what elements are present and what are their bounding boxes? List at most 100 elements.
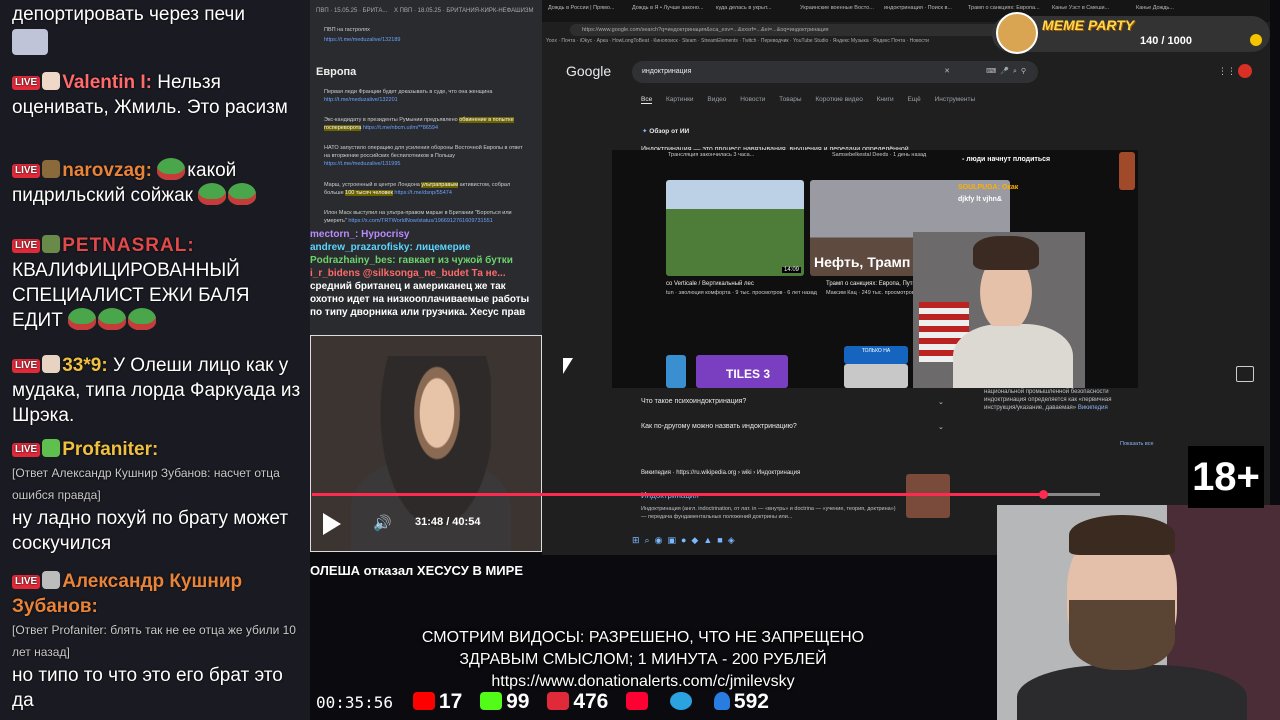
chat-message: LIVE PETNASRAL: КВАЛИФИЦИРОВАННЫЙ СПЕЦИАЛ… bbox=[12, 233, 302, 333]
video-meta: tun · эволюция комфорта · 9 тыс. просмот… bbox=[666, 290, 817, 296]
ai-overview-label: Обзор от ИИ bbox=[649, 128, 690, 135]
browser-tab[interactable]: ПВП · 15.05.25 · БРИТА... bbox=[316, 8, 387, 14]
chat-nick[interactable]: 33*9: bbox=[62, 355, 107, 376]
video-duration: 14:09 bbox=[781, 267, 801, 273]
person-beard bbox=[1069, 600, 1175, 670]
video-icon bbox=[626, 692, 649, 710]
app-icon[interactable]: ▲ bbox=[703, 535, 717, 545]
chat-nick[interactable]: Profaniter: bbox=[62, 439, 158, 460]
live-badge: LIVE bbox=[12, 164, 41, 178]
side-panel-link[interactable]: Википедия bbox=[1078, 405, 1108, 411]
tab-news[interactable]: Новости bbox=[740, 96, 765, 103]
result-thumbnail[interactable] bbox=[906, 474, 950, 518]
chat-message: депортировать через печи bbox=[12, 2, 302, 55]
windows-icon[interactable]: ⊞ bbox=[632, 535, 645, 545]
google-logo[interactable]: Google bbox=[566, 63, 611, 79]
news-item-link[interactable]: https://t.me/nbcm.ui/m/**86594 bbox=[363, 125, 438, 131]
news-item: Марш, устроенный в центре Лондона ультра… bbox=[324, 181, 529, 197]
chat-reply-quote: [Ответ Profaniter: блять так не ее отца … bbox=[12, 623, 296, 659]
news-item: Экс-кандидату в президенты Румынии предъ… bbox=[324, 116, 529, 132]
faq-item[interactable]: Что такое психоиндоктринация? bbox=[641, 398, 746, 405]
browser-tab[interactable]: Дождь в Я • Лучше законо... bbox=[632, 5, 712, 19]
search-icon[interactable]: ⌕ bbox=[645, 535, 655, 545]
chat-overlay-line: SOULPUGA: Окак bbox=[958, 184, 1019, 191]
news-item-highlight: 100 тысяч человек bbox=[345, 190, 393, 196]
browser-tab[interactable]: Дождь в России | Прямо... bbox=[548, 5, 628, 19]
tab-all[interactable]: Все bbox=[641, 96, 653, 104]
volume-icon[interactable]: 🔊 bbox=[373, 516, 392, 532]
app-icon[interactable]: ◆ bbox=[691, 535, 703, 545]
browser-tab[interactable]: Украинские военные Восто... bbox=[800, 5, 880, 19]
search-tabs: Все Картинки Видео Новости Товары Коротк… bbox=[641, 96, 1041, 104]
browser-tab[interactable]: X ПВП · 18.05.25 · БРИТАНИЯ-КИРК-НЕФАШИЗ… bbox=[394, 8, 534, 14]
app-icon[interactable]: ● bbox=[681, 535, 691, 545]
search-tools-icons[interactable]: ⌨🎤⌕⚲ bbox=[986, 61, 1030, 83]
short-thumbnail[interactable] bbox=[844, 364, 908, 388]
live-badge: LIVE bbox=[12, 443, 41, 457]
mouse-cursor-icon bbox=[563, 358, 573, 374]
news-item-link[interactable]: https://x.com/TRTWorldNow/status/1966912… bbox=[348, 218, 492, 224]
short-thumbnail[interactable] bbox=[666, 355, 686, 388]
tab-videos[interactable]: Видео bbox=[707, 96, 726, 103]
doc-header: ПВП на гастролях bbox=[324, 27, 370, 33]
result-source[interactable]: Википедия · https://ru.wikipedia.org › w… bbox=[641, 470, 800, 476]
coin-icon bbox=[1250, 34, 1262, 46]
chat-panel: депортировать через печи LIVE Valentin I:… bbox=[0, 0, 310, 720]
app-icon[interactable]: ■ bbox=[717, 535, 727, 545]
chevron-down-icon[interactable]: ⌄ bbox=[938, 398, 944, 406]
news-item-text: Первая леди Франции будет доказывать в с… bbox=[324, 89, 493, 95]
apps-grid-icon[interactable]: ⋮⋮ bbox=[1218, 66, 1236, 77]
play-icon[interactable] bbox=[323, 513, 341, 535]
video-thumbnail[interactable]: 14:09 bbox=[666, 180, 804, 276]
chat-nick[interactable]: narovzag: bbox=[62, 160, 152, 181]
tab-short-videos[interactable]: Короткие видео bbox=[815, 96, 862, 103]
avatar bbox=[42, 160, 61, 178]
ai-overview-heading: ✦ Обзор от ИИ bbox=[642, 127, 689, 135]
tab-books[interactable]: Книги bbox=[877, 96, 894, 103]
avatar bbox=[42, 439, 61, 457]
chat-nick[interactable]: PETNASRAL: bbox=[62, 235, 194, 256]
video-player[interactable]: 🔊 31:48 / 40:54 bbox=[310, 335, 542, 552]
video-progress-bar[interactable] bbox=[312, 490, 1100, 499]
avatar bbox=[42, 235, 61, 253]
chat-message-text: ну ладно похуй по брату может соскучился bbox=[12, 508, 289, 554]
clear-icon[interactable]: ✕ bbox=[944, 61, 950, 83]
donation-caption: СМОТРИМ ВИДОСЫ: РАЗРЕШЕНО, ЧТО НЕ ЗАПРЕЩ… bbox=[330, 627, 956, 693]
overlay-chat-line: средний британец и американец же так bbox=[310, 281, 506, 292]
side-thumbnail[interactable] bbox=[1119, 152, 1135, 190]
tab-tools[interactable]: Инструменты bbox=[935, 96, 976, 103]
browser-tab[interactable]: индоктринация · Поиск в... bbox=[884, 5, 964, 19]
side-panel: национальной промышленной безопасности и… bbox=[984, 388, 1144, 412]
account-avatar[interactable] bbox=[1238, 64, 1252, 78]
person-body bbox=[1017, 665, 1247, 720]
tab-shopping[interactable]: Товары bbox=[779, 96, 801, 103]
app-icon[interactable]: ◈ bbox=[728, 535, 740, 545]
news-item-link[interactable]: https://t.me/dsnp/55474 bbox=[394, 190, 451, 196]
short-thumbnail[interactable]: TILES 3 bbox=[696, 355, 788, 388]
browser-tab[interactable]: куда делась в укрыт... bbox=[716, 5, 796, 19]
news-item-link[interactable]: https://t.me/meduzalive/131995 bbox=[324, 161, 400, 167]
chevron-down-icon[interactable]: ⌄ bbox=[938, 423, 944, 431]
live-badge: LIVE bbox=[12, 359, 41, 373]
faq-item[interactable]: Как по-другому можно назвать индоктринац… bbox=[641, 423, 797, 430]
search-input[interactable]: индоктринация ✕ ⌨🎤⌕⚲ bbox=[632, 61, 1038, 83]
video-title[interactable]: co Verticale / Вертикальный лес bbox=[666, 281, 754, 287]
news-item-link[interactable]: http://t.me/meduzalive/132201 bbox=[324, 97, 398, 103]
tab-images[interactable]: Картинки bbox=[666, 96, 694, 103]
section-heading: Европа bbox=[316, 66, 357, 78]
chat-overlay-line: djkfy lt vjhn& bbox=[958, 196, 1002, 203]
news-item: НАТО запустило операцию для усиления обо… bbox=[324, 144, 529, 168]
chat-overlay-line: - люди начнут плодиться bbox=[962, 156, 1051, 163]
browser-icon[interactable]: ◉ bbox=[655, 535, 668, 545]
pip-icon[interactable] bbox=[1236, 366, 1254, 382]
tab-more[interactable]: Ещё bbox=[907, 96, 920, 103]
show-all-link[interactable]: Показать все bbox=[1120, 441, 1154, 447]
overlay-chat-line: Podrazhainy_bes: гавкает из чужой бутки bbox=[310, 255, 513, 266]
taskbar: ⊞⌕◉▣●◆▲■◈ bbox=[632, 535, 932, 549]
pepe-emote-icon bbox=[128, 308, 157, 330]
chat-reply-quote: [Ответ Александр Кушнир Зубанов: насчет … bbox=[12, 466, 280, 502]
viewers-icon bbox=[713, 692, 730, 710]
chat-nick[interactable]: Valentin I: bbox=[62, 72, 152, 93]
folder-icon[interactable]: ▣ bbox=[667, 535, 681, 545]
doc-link[interactable]: https://t.me/meduzalive/132189 bbox=[324, 37, 400, 43]
